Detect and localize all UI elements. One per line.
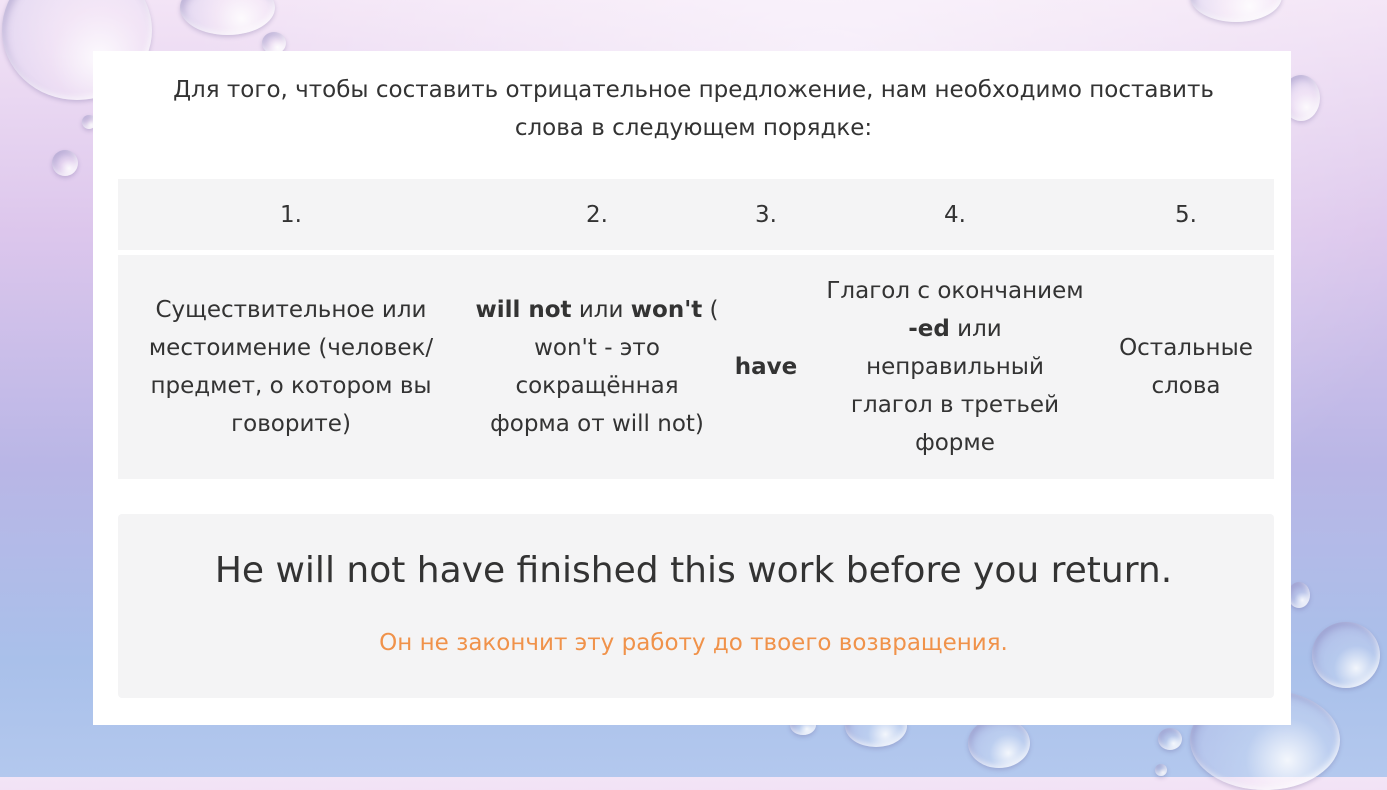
cell-have: have	[728, 255, 804, 479]
cell-line: говорите)	[231, 411, 351, 437]
bold-have: have	[734, 354, 798, 380]
paren-text: (	[702, 297, 719, 323]
cell-line: Остальные	[1119, 335, 1253, 361]
cell-line: предмет, о котором вы	[150, 373, 432, 399]
header-cell-3: 3.	[755, 201, 777, 228]
example-russian: Он не закончит эту работу до твоего возв…	[379, 630, 1008, 656]
connector-text: или	[571, 297, 631, 323]
header-cell-4: 4.	[944, 201, 966, 228]
water-drop-decoration	[1155, 764, 1167, 776]
bold-ed: -ed	[908, 316, 950, 342]
header-cell-2: 2.	[586, 201, 608, 228]
header-cell-5: 5.	[1175, 201, 1197, 228]
intro-line: Для того, чтобы составить отрицательное …	[173, 77, 1214, 103]
intro-line: слова в следующем порядке:	[514, 115, 873, 141]
example-box	[118, 514, 1274, 698]
cell-line: форма от will not)	[490, 411, 704, 437]
intro-text: Для того, чтобы составить отрицательное …	[0, 71, 1387, 147]
table-header-row: 1. 2. 3. 4. 5.	[118, 179, 1274, 250]
cell-line: форме	[915, 430, 995, 456]
cell-line: местоимение (человек/	[148, 335, 434, 361]
cell-line: won't - это	[534, 335, 660, 361]
cell-verb: Глагол с окончанием -ed или неправильный…	[810, 255, 1100, 479]
cell-line: will not или won't (	[475, 291, 718, 329]
cell-other-words: Остальные слова	[1106, 255, 1266, 479]
cell-will-not: will not или won't ( won't - это сокращё…	[461, 255, 733, 479]
cell-line: неправильный	[866, 354, 1044, 380]
water-drop-decoration	[968, 718, 1030, 768]
cell-line: Глагол с окончанием	[826, 278, 1084, 304]
cell-line: -ed или	[826, 310, 1083, 348]
water-drop-decoration	[1158, 728, 1182, 750]
example-english: He will not have finished this work befo…	[214, 550, 1173, 591]
cell-subject: Существительное или местоимение (человек…	[126, 255, 456, 479]
header-cell-1: 1.	[280, 201, 302, 228]
cell-line: слова	[1151, 373, 1221, 399]
bold-wont: won't	[630, 297, 703, 323]
connector-text: или	[949, 316, 1002, 342]
cell-line: глагол в третьей	[850, 392, 1060, 418]
bold-will-not: will not	[475, 297, 572, 323]
cell-line: Существительное или	[155, 297, 427, 323]
table-body-row: Существительное или местоимение (человек…	[118, 255, 1274, 479]
cell-line: сокращённая	[515, 373, 679, 399]
water-drop-decoration	[52, 150, 78, 176]
